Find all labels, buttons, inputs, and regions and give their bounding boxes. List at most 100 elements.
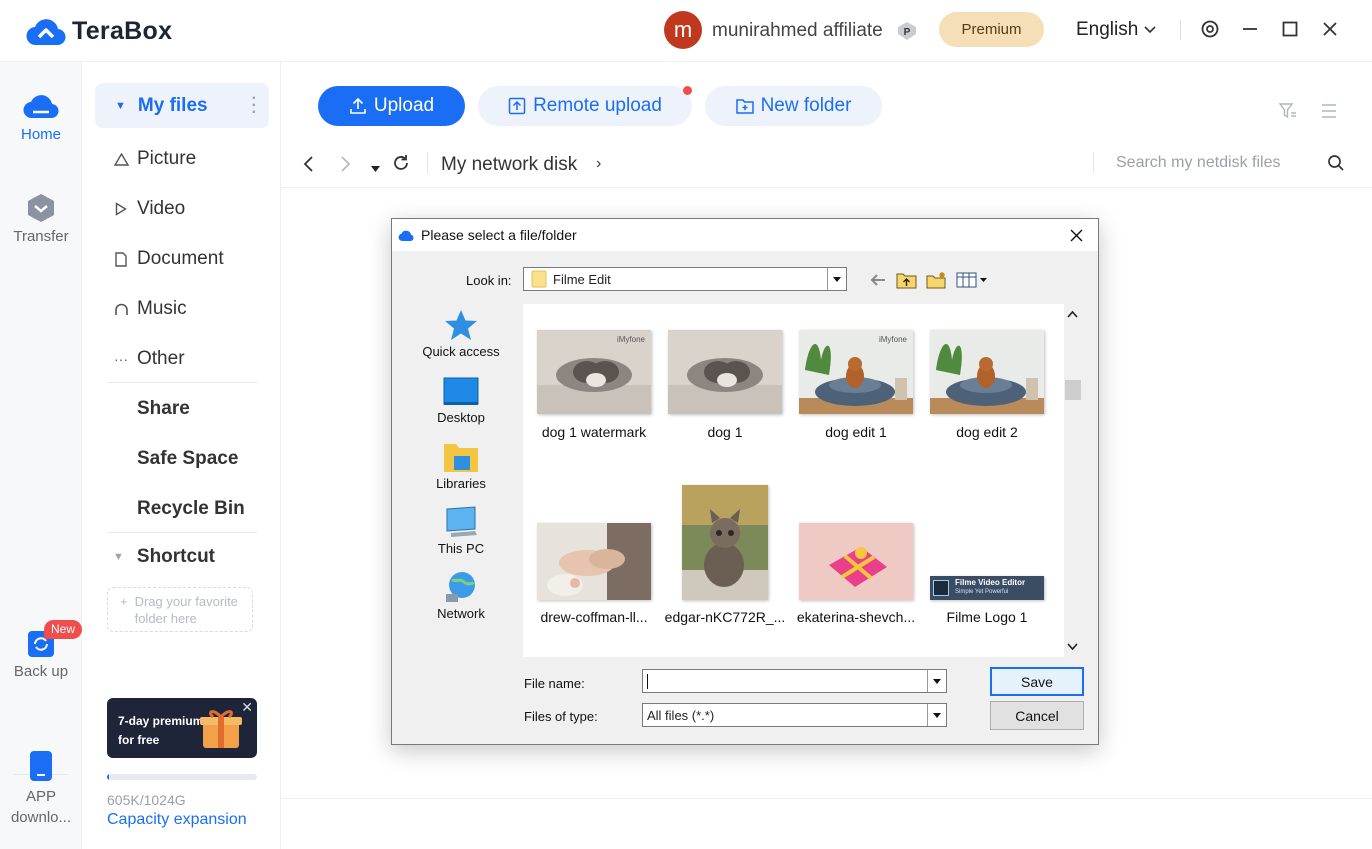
file-type-label: Files of type: <box>524 709 598 724</box>
new-badge: New <box>44 620 83 639</box>
file-item[interactable]: dog edit 2 <box>923 330 1051 440</box>
sidebar-item-my-files[interactable]: ▼ My files · · · <box>95 83 269 128</box>
settings-button[interactable] <box>1197 16 1223 42</box>
text-cursor <box>647 674 648 689</box>
divider <box>427 152 428 174</box>
new-folder-icon[interactable] <box>926 271 947 289</box>
vip-badge-icon: P <box>898 22 916 40</box>
sidebar-item-recycle-bin[interactable]: Recycle Bin <box>137 498 245 520</box>
shortcut-hint-1: Drag your favorite <box>134 594 238 609</box>
breadcrumb-current[interactable]: My network disk <box>441 154 577 176</box>
list-view-button[interactable] <box>1321 103 1337 124</box>
file-item[interactable]: iMyfone dog 1 watermark <box>530 330 658 440</box>
file-name-input[interactable] <box>642 669 947 693</box>
close-icon <box>1070 229 1082 241</box>
file-type-select[interactable]: All files (*.*) <box>642 703 947 727</box>
sidebar-item-picture[interactable]: Picture <box>113 148 196 170</box>
sidebar-item-document[interactable]: Document <box>113 248 224 270</box>
file-thumbnail <box>537 523 651 600</box>
file-thumbnail <box>930 330 1044 414</box>
dropdown-arrow-icon[interactable] <box>927 670 946 692</box>
place-quick-access[interactable]: Quick access <box>408 308 514 359</box>
save-button[interactable]: Save <box>990 667 1084 696</box>
file-name: Filme Logo 1 <box>946 609 1028 625</box>
premium-promo-banner[interactable]: 7-day premium for free ✕ <box>107 698 257 758</box>
search-button[interactable] <box>1327 154 1345 177</box>
terabox-cloud-icon <box>26 19 66 46</box>
refresh-button[interactable] <box>392 154 410 177</box>
minimize-icon <box>1243 28 1257 30</box>
close-promo-icon[interactable]: ✕ <box>241 698 253 717</box>
forward-button[interactable] <box>340 155 352 178</box>
back-button[interactable] <box>302 155 314 178</box>
dialog-body: Look in: Filme Edit Quick access Desktop <box>392 251 1098 744</box>
sidebar-item-share[interactable]: Share <box>137 398 190 420</box>
file-item[interactable]: dog 1 <box>661 330 789 440</box>
place-this-pc[interactable]: This PC <box>408 505 514 556</box>
scroll-down-icon[interactable] <box>1067 643 1078 651</box>
look-in-dropdown[interactable]: Filme Edit <box>523 267 847 291</box>
file-item[interactable]: ekaterina-shevch... <box>792 523 920 625</box>
dialog-title: Please select a file/folder <box>421 227 577 243</box>
remote-upload-button[interactable]: Remote upload <box>478 86 692 126</box>
breadcrumb-chevron-icon: › <box>596 155 602 172</box>
divider <box>1093 152 1094 174</box>
place-label: Libraries <box>436 476 486 491</box>
more-options-icon[interactable]: · · · <box>252 91 257 121</box>
place-network[interactable]: Network <box>408 570 514 621</box>
place-libraries[interactable]: Libraries <box>408 440 514 491</box>
file-item[interactable]: Filme Video Editor Simple Yet Powerful F… <box>923 576 1051 625</box>
capacity-expansion-link[interactable]: Capacity expansion <box>107 811 247 829</box>
shortcut-section[interactable]: ▼ Shortcut <box>113 546 215 568</box>
sidebar-item-other[interactable]: ··· Other <box>113 348 185 370</box>
my-files-label: My files <box>137 94 208 116</box>
scrollbar-thumb[interactable] <box>1065 380 1081 400</box>
sidebar-item-music[interactable]: Music <box>113 298 187 320</box>
premium-button[interactable]: Premium <box>939 12 1044 47</box>
sidebar-item-video[interactable]: Video <box>113 198 185 220</box>
settings-icon <box>1201 20 1219 38</box>
upload-button[interactable]: Upload <box>318 86 465 126</box>
file-item[interactable]: iMyfone dog edit 1 <box>792 330 920 440</box>
app-name: TeraBox <box>72 16 173 45</box>
filter-button[interactable] <box>1278 102 1297 125</box>
shortcut-drop-zone[interactable]: + Drag your favorite folder here <box>107 587 253 632</box>
capacity-fill <box>107 774 109 780</box>
rail-transfer-label: Transfer <box>13 228 69 245</box>
dialog-close-button[interactable] <box>1064 224 1088 246</box>
plus-icon: + <box>120 594 128 609</box>
rail-app-download[interactable]: APP downlo... <box>0 750 82 828</box>
rail-transfer[interactable]: Transfer <box>0 192 82 245</box>
sidebar-item-label: Other <box>137 348 185 369</box>
minimize-button[interactable] <box>1237 16 1263 42</box>
up-folder-icon[interactable] <box>896 271 917 289</box>
back-arrow-icon[interactable] <box>869 273 887 287</box>
search-input[interactable] <box>1116 154 1296 172</box>
file-item[interactable]: drew-coffman-ll... <box>530 523 658 625</box>
watermark-text: iMyfone <box>616 335 645 344</box>
sidebar-item-safe-space[interactable]: Safe Space <box>137 448 238 470</box>
rail-home[interactable]: Home <box>0 90 82 143</box>
username[interactable]: munirahmed affiliate <box>712 20 883 42</box>
place-desktop[interactable]: Desktop <box>408 376 514 425</box>
cancel-button[interactable]: Cancel <box>990 701 1084 730</box>
language-selector[interactable]: English <box>1076 19 1156 41</box>
look-in-value: Filme Edit <box>553 271 611 287</box>
file-item[interactable]: edgar-nKC772R_... <box>661 485 789 625</box>
capacity-text: 605K/1024G <box>107 792 186 808</box>
search-icon <box>1328 155 1344 171</box>
refresh-icon <box>394 155 408 170</box>
places-bar: Quick access Desktop Libraries This PC N… <box>408 304 514 654</box>
new-folder-icon <box>735 99 754 114</box>
vertical-scrollbar[interactable] <box>1064 304 1081 657</box>
view-menu-icon[interactable] <box>956 271 988 289</box>
new-folder-button[interactable]: New folder <box>705 86 882 126</box>
history-dropdown[interactable] <box>371 160 380 178</box>
close-window-button[interactable] <box>1317 16 1343 42</box>
scroll-up-icon[interactable] <box>1067 310 1078 318</box>
avatar[interactable]: m <box>664 11 702 49</box>
maximize-button[interactable] <box>1277 16 1303 42</box>
rail-backup-label: Back up <box>13 663 69 680</box>
file-name: dog edit 1 <box>825 424 887 440</box>
star-icon <box>445 310 477 340</box>
